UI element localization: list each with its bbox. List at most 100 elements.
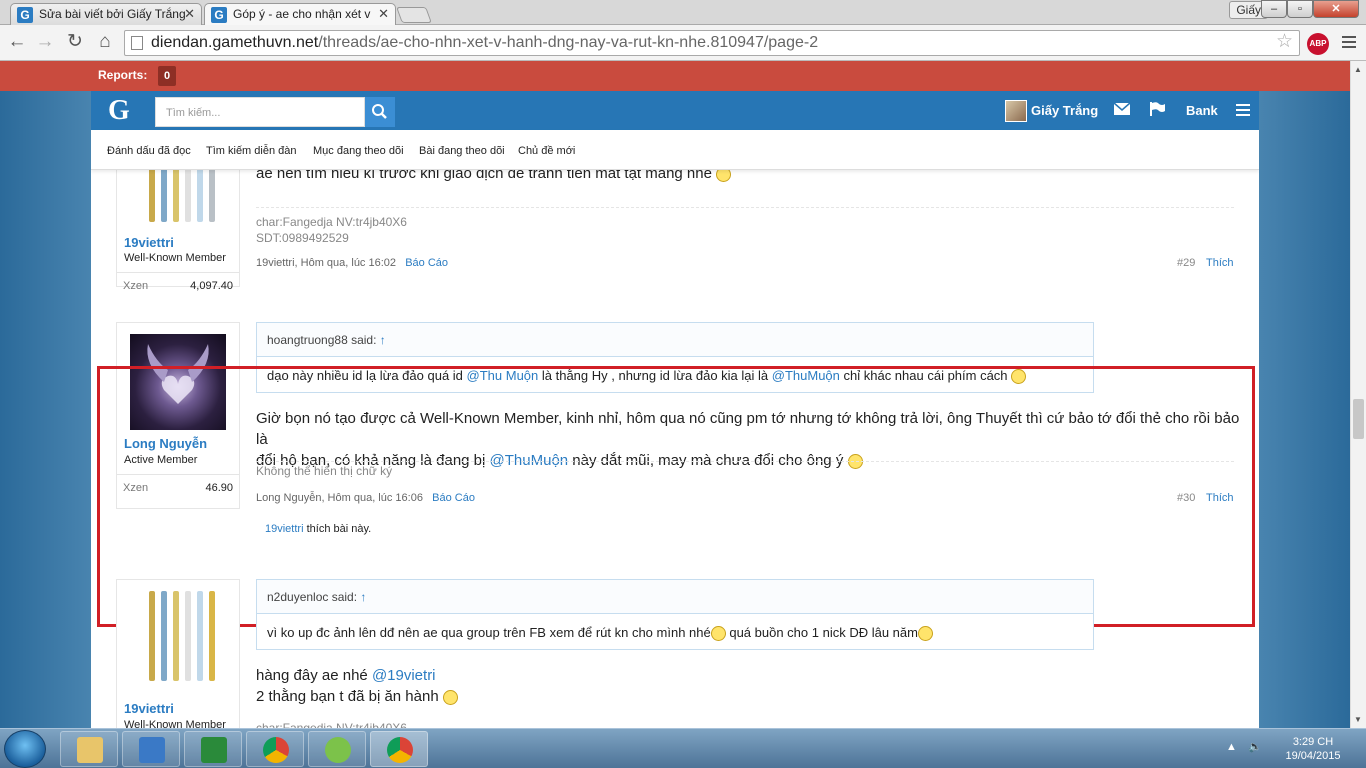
site-favicon-icon: G xyxy=(211,7,227,23)
page-scrollbar[interactable]: ▲ ▼ xyxy=(1350,61,1366,728)
post-29: 19viettri Well-Known Member Xzen 4,097.4… xyxy=(91,91,1259,306)
minimize-button[interactable]: – xyxy=(1261,0,1287,18)
mark-read-link[interactable]: Đánh dấu đã đọc xyxy=(107,145,191,157)
adblock-icon[interactable]: ABP xyxy=(1307,33,1329,55)
folder-icon xyxy=(77,737,103,763)
chrome-icon xyxy=(263,737,289,763)
avatar[interactable] xyxy=(131,587,227,683)
clock[interactable]: 3:29 CH 19/04/2015 xyxy=(1278,735,1348,763)
post-number[interactable]: #30 xyxy=(1177,492,1195,504)
quote-jump-icon[interactable]: ↑ xyxy=(360,590,366,604)
watched-threads-link[interactable]: Bài đang theo dõi xyxy=(419,145,505,157)
browser-toolbar: ← → ↻ ⌂ diendan.gamethuvn.net/threads/ae… xyxy=(0,25,1366,61)
mention-link[interactable]: @Thu Muộn xyxy=(467,368,539,383)
author-name[interactable]: 19viettri xyxy=(124,701,174,716)
tray-expand-icon[interactable]: ▲ xyxy=(1226,741,1237,753)
search-forums-link[interactable]: Tìm kiếm diễn đàn xyxy=(206,145,296,157)
new-threads-link[interactable]: Chủ đề mới xyxy=(518,145,575,157)
volume-icon[interactable]: 🔈 xyxy=(1248,740,1262,753)
scroll-down-icon[interactable]: ▼ xyxy=(1354,715,1362,724)
smiley-icon xyxy=(1011,369,1027,385)
chrome-taskbar-button[interactable] xyxy=(246,731,304,767)
smiley-icon xyxy=(442,689,458,705)
back-arrow-icon[interactable]: ← xyxy=(6,32,28,54)
xzen-stat: Xzen 4,097.40 xyxy=(117,272,239,296)
quote-text: quá buồn cho 1 nick DĐ lâu năm xyxy=(725,625,918,640)
chrome-active-taskbar-button[interactable] xyxy=(370,731,428,767)
quote-header: hoangtruong88 said: ↑ xyxy=(257,323,1093,357)
tab-current-thread[interactable]: G Góp ý - ae cho nhận xét v ✕ xyxy=(204,3,396,25)
likes-text: thích bài này. xyxy=(303,523,372,535)
quote-author: n2duyenloc said: xyxy=(267,590,358,604)
message-text: hàng đây ae nhé xyxy=(256,667,372,684)
like-link[interactable]: Thích xyxy=(1206,257,1234,269)
reload-icon[interactable]: ↻ xyxy=(64,32,86,54)
message-line: 2 thằng bạn t đã bị ăn hành xyxy=(256,686,458,707)
scroll-up-icon[interactable]: ▲ xyxy=(1354,65,1362,74)
tab-edit-post[interactable]: G Sửa bài viết bởi Giấy Trắng ✕ xyxy=(10,3,202,25)
liker-link[interactable]: 19viettri xyxy=(265,523,304,535)
avatar[interactable] xyxy=(130,334,226,430)
quote-text: chỉ khác nhau cái phím cách xyxy=(839,368,1008,383)
system-tray: ▲ 🔈 3:29 CH 19/04/2015 xyxy=(1222,729,1366,768)
quote-jump-icon[interactable]: ↑ xyxy=(380,333,386,347)
post-author-time[interactable]: Long Nguyễn, Hôm qua, lúc 16:06 xyxy=(256,492,423,504)
xzen-value: 4,097.40 xyxy=(190,280,233,292)
signature-line: char:Fangedja NV:tr4jb40X6 xyxy=(256,721,407,728)
start-button[interactable] xyxy=(4,730,46,768)
page-icon xyxy=(131,36,143,50)
new-tab-button[interactable] xyxy=(396,7,432,23)
url-path: /threads/ae-cho-nhn-xet-v-hanh-dng-nay-v… xyxy=(318,34,819,51)
mention-link[interactable]: @ThuMuộn xyxy=(772,368,840,383)
message-text: 2 thằng bạn t đã bị ăn hành xyxy=(256,688,439,705)
quote-body: vì ko up đc ảnh lên dđ nên ae qua group … xyxy=(257,614,1093,652)
xzen-label: Xzen xyxy=(123,280,149,292)
close-icon[interactable]: ✕ xyxy=(378,6,389,22)
site-favicon-icon: G xyxy=(17,7,33,23)
xzen-stat: Xzen 46.90 xyxy=(117,474,239,498)
user-info-box: 19viettri Well-Known Member xyxy=(116,579,240,728)
bookmark-star-icon[interactable]: ☆ xyxy=(1276,30,1293,54)
solitaire-taskbar-button[interactable] xyxy=(184,731,242,767)
scrollbar-thumb[interactable] xyxy=(1353,399,1364,439)
media-player-taskbar-button[interactable] xyxy=(122,731,180,767)
post-30: Long Nguyễn Active Member Xzen 46.90 hoa… xyxy=(91,306,1259,566)
post-author-time[interactable]: 19viettri, Hôm qua, lúc 16:02 xyxy=(256,257,396,269)
reports-count[interactable]: 0 xyxy=(158,66,176,86)
browser-menu-icon[interactable] xyxy=(1342,36,1356,51)
quote-block: hoangtruong88 said: ↑ dạo này nhiều id l… xyxy=(256,322,1094,393)
watched-forums-link[interactable]: Mục đang theo dõi xyxy=(313,145,404,157)
app-taskbar-button[interactable] xyxy=(308,731,366,767)
report-link[interactable]: Báo Cáo xyxy=(432,492,475,504)
reports-label: Reports: xyxy=(98,68,148,82)
report-link[interactable]: Báo Cáo xyxy=(405,257,448,269)
post-number[interactable]: #29 xyxy=(1177,257,1195,269)
mention-link[interactable]: @19vietri xyxy=(372,667,436,684)
address-bar[interactable]: diendan.gamethuvn.net/threads/ae-cho-nhn… xyxy=(124,30,1300,56)
quote-author: hoangtruong88 said: xyxy=(267,333,377,347)
author-name[interactable]: Long Nguyễn xyxy=(124,436,207,451)
heart-wings-icon xyxy=(147,344,209,404)
chrome-icon xyxy=(387,737,413,763)
author-name[interactable]: 19viettri xyxy=(124,235,174,250)
message-line: Giờ bọn nó tạo được cả Well-Known Member… xyxy=(256,410,1240,448)
window-close-button[interactable]: ✕ xyxy=(1313,0,1359,18)
signature-line: SDT:0989492529 xyxy=(256,231,349,245)
home-icon[interactable]: ⌂ xyxy=(94,32,116,54)
xzen-value: 46.90 xyxy=(205,482,233,494)
forum-container: G Tìm kiếm... Giấy Trắng Bank Đánh dấu đ… xyxy=(91,91,1259,728)
smiley-icon xyxy=(710,626,726,642)
user-title: Active Member xyxy=(124,454,198,466)
sub-navigation: Đánh dấu đã đọc Tìm kiếm diễn đàn Mục đa… xyxy=(91,130,1259,170)
close-icon[interactable]: ✕ xyxy=(184,6,195,22)
post-meta: 19viettri, Hôm qua, lúc 16:02 Báo Cáo xyxy=(256,257,448,269)
likes-summary: 19viettri thích bài này. xyxy=(265,523,371,535)
smiley-icon xyxy=(917,626,933,642)
tab-label: Sửa bài viết bởi Giấy Trắng xyxy=(39,7,186,21)
message-line: hàng đây ae nhé @19vietri xyxy=(256,665,458,686)
explorer-taskbar-button[interactable] xyxy=(60,731,118,767)
maximize-button[interactable]: ▫ xyxy=(1287,0,1313,18)
page-viewport: Reports: 0 G Tìm kiếm... Giấy Trắng Bank… xyxy=(0,61,1350,728)
like-link[interactable]: Thích xyxy=(1206,492,1234,504)
forward-arrow-icon[interactable]: → xyxy=(34,32,56,54)
